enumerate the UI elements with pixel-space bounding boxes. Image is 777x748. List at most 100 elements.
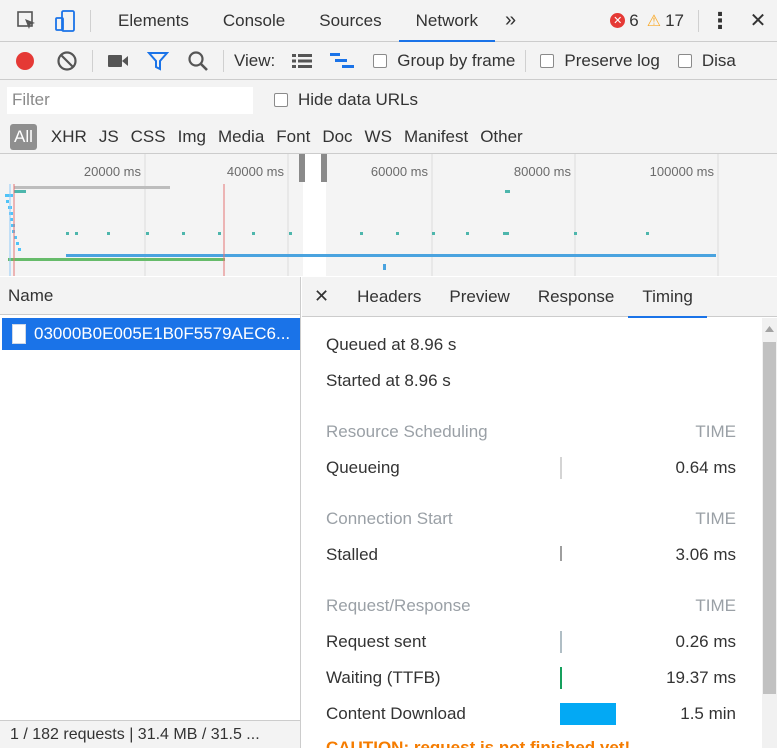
timing-row-waiting-ttfb: Waiting (TTFB) 19.37 ms	[326, 666, 736, 690]
filter-input[interactable]	[7, 86, 253, 114]
timing-bar-stalled	[560, 546, 620, 568]
section-title: Connection Start	[326, 509, 453, 528]
network-overview-timeline[interactable]: 20000 ms 40000 ms 60000 ms 80000 ms 1000…	[0, 154, 777, 276]
timing-row-stalled: Stalled 3.06 ms	[326, 543, 736, 567]
device-toolbar-icon[interactable]	[50, 6, 80, 36]
tab-console[interactable]: Console	[206, 0, 302, 42]
timing-bar-request-sent	[560, 631, 620, 653]
preserve-log-checkbox[interactable]	[540, 53, 555, 68]
section-request-response: Request/Response TIME	[326, 594, 736, 618]
timing-value: 1.5 min	[680, 704, 736, 723]
warning-count-value: 17	[665, 10, 684, 30]
detail-tabbar: ✕ Headers Preview Response Timing	[302, 277, 777, 318]
network-toolbar: View: Group by frame Preserve log Disa	[0, 42, 777, 80]
timing-row-queueing: Queueing 0.64 ms	[326, 456, 736, 480]
time-column-label: TIME	[695, 596, 736, 615]
queued-at: Queued at 8.96 s	[326, 333, 736, 357]
section-connection-start: Connection Start TIME	[326, 507, 736, 531]
scrollbar-thumb[interactable]	[763, 342, 776, 694]
filter-row: Hide data URLs	[0, 80, 777, 120]
overview-tick-label: 100000 ms	[650, 164, 715, 179]
overview-tick-label: 80000 ms	[514, 164, 572, 179]
waterfall-overview-icon[interactable]	[327, 46, 357, 76]
tab-sources[interactable]: Sources	[302, 0, 398, 42]
large-rows-icon[interactable]	[287, 46, 317, 76]
separator	[223, 49, 224, 72]
type-filter-other[interactable]: Other	[476, 124, 527, 150]
close-devtools-icon[interactable]: ✕	[743, 6, 773, 36]
type-filter-js[interactable]: JS	[95, 124, 123, 150]
tab-elements[interactable]: Elements	[101, 0, 206, 42]
resource-type-filter: All XHR JS CSS Img Media Font Doc WS Man…	[0, 120, 777, 154]
timing-value: 19.37 ms	[666, 668, 736, 687]
screenshot-camera-icon[interactable]	[103, 46, 133, 76]
tab-response[interactable]: Response	[524, 277, 629, 317]
started-at: Started at 8.96 s	[326, 369, 736, 393]
time-column-label: TIME	[695, 509, 736, 528]
type-filter-doc[interactable]: Doc	[318, 124, 356, 150]
section-resource-scheduling: Resource Scheduling TIME	[326, 420, 736, 444]
preserve-log-label: Preserve log	[564, 50, 660, 70]
more-tabs-icon[interactable]: »	[495, 0, 526, 42]
filter-funnel-icon[interactable]	[143, 46, 173, 76]
timing-scrollbar[interactable]	[762, 318, 777, 748]
timing-value: 0.26 ms	[675, 632, 736, 651]
close-detail-icon[interactable]: ✕	[302, 277, 343, 317]
separator	[525, 49, 527, 72]
overview-left-handle[interactable]	[299, 154, 305, 182]
group-by-frame-label: Group by frame	[397, 50, 516, 70]
separator	[92, 49, 93, 72]
view-label: View:	[234, 50, 276, 70]
type-filter-manifest[interactable]: Manifest	[400, 124, 472, 150]
tab-network[interactable]: Network	[398, 0, 496, 43]
hide-data-urls-label: Hide data URLs	[298, 90, 419, 109]
request-summary-status: 1 / 182 requests | 31.4 MB / 31.5 ...	[0, 720, 300, 748]
error-count-value: 6	[629, 10, 639, 30]
overview-tick-label: 60000 ms	[371, 164, 429, 179]
overview-tick-label: 20000 ms	[84, 164, 142, 179]
record-icon[interactable]	[10, 46, 40, 76]
type-filter-css[interactable]: CSS	[127, 124, 170, 150]
type-filter-ws[interactable]: WS	[361, 124, 396, 150]
warning-icon: ⚠	[646, 12, 662, 30]
group-by-frame-checkbox[interactable]	[373, 53, 388, 68]
request-name: 03000B0E005E1B0F5579AEC6...	[34, 324, 291, 343]
clear-icon[interactable]	[52, 46, 82, 76]
tab-timing[interactable]: Timing	[628, 277, 708, 318]
inspect-element-icon[interactable]	[12, 6, 42, 36]
scroll-up-arrow-icon[interactable]	[762, 320, 777, 338]
caution-message: CAUTION: request is not finished yet!	[326, 736, 736, 748]
tab-headers[interactable]: Headers	[343, 277, 435, 317]
type-filter-img[interactable]: Img	[174, 124, 210, 150]
timing-bar-waiting-ttfb	[560, 667, 620, 689]
timing-row-content-download: Content Download 1.5 min	[326, 702, 736, 726]
timing-panel: Queued at 8.96 s Started at 8.96 s Resou…	[302, 318, 762, 748]
hide-data-urls-checkbox[interactable]	[274, 93, 288, 107]
name-column-header[interactable]: Name	[0, 277, 300, 315]
caution-text: CAUTION: request is not finished yet!	[326, 738, 631, 748]
error-icon: ✕	[610, 13, 626, 28]
separator	[698, 9, 699, 32]
kebab-menu-icon[interactable]: ⋮	[705, 6, 735, 36]
queued-at-text: Queued at 8.96 s	[326, 335, 457, 354]
timing-row-request-sent: Request sent 0.26 ms	[326, 630, 736, 654]
warning-count[interactable]: ⚠ 17	[647, 11, 684, 31]
section-title: Resource Scheduling	[326, 422, 488, 441]
type-filter-media[interactable]: Media	[214, 124, 268, 150]
time-column-label: TIME	[695, 422, 736, 441]
separator	[90, 9, 91, 32]
type-filter-xhr[interactable]: XHR	[47, 124, 91, 150]
error-count[interactable]: ✕ 6	[610, 10, 639, 31]
name-column-label: Name	[8, 285, 54, 305]
started-at-text: Started at 8.96 s	[326, 371, 451, 390]
request-detail-panel: ✕ Headers Preview Response Timing Queued…	[302, 277, 777, 748]
request-row-selected[interactable]: 03000B0E005E1B0F5579AEC6...	[2, 318, 300, 350]
type-filter-font[interactable]: Font	[272, 124, 314, 150]
overview-right-handle[interactable]	[321, 154, 327, 182]
tab-preview[interactable]: Preview	[435, 277, 523, 317]
disable-cache-checkbox[interactable]	[677, 53, 692, 68]
search-icon[interactable]	[183, 46, 213, 76]
overview-tick-label: 40000 ms	[227, 164, 285, 179]
section-title: Request/Response	[326, 596, 471, 615]
type-filter-all[interactable]: All	[10, 123, 37, 150]
